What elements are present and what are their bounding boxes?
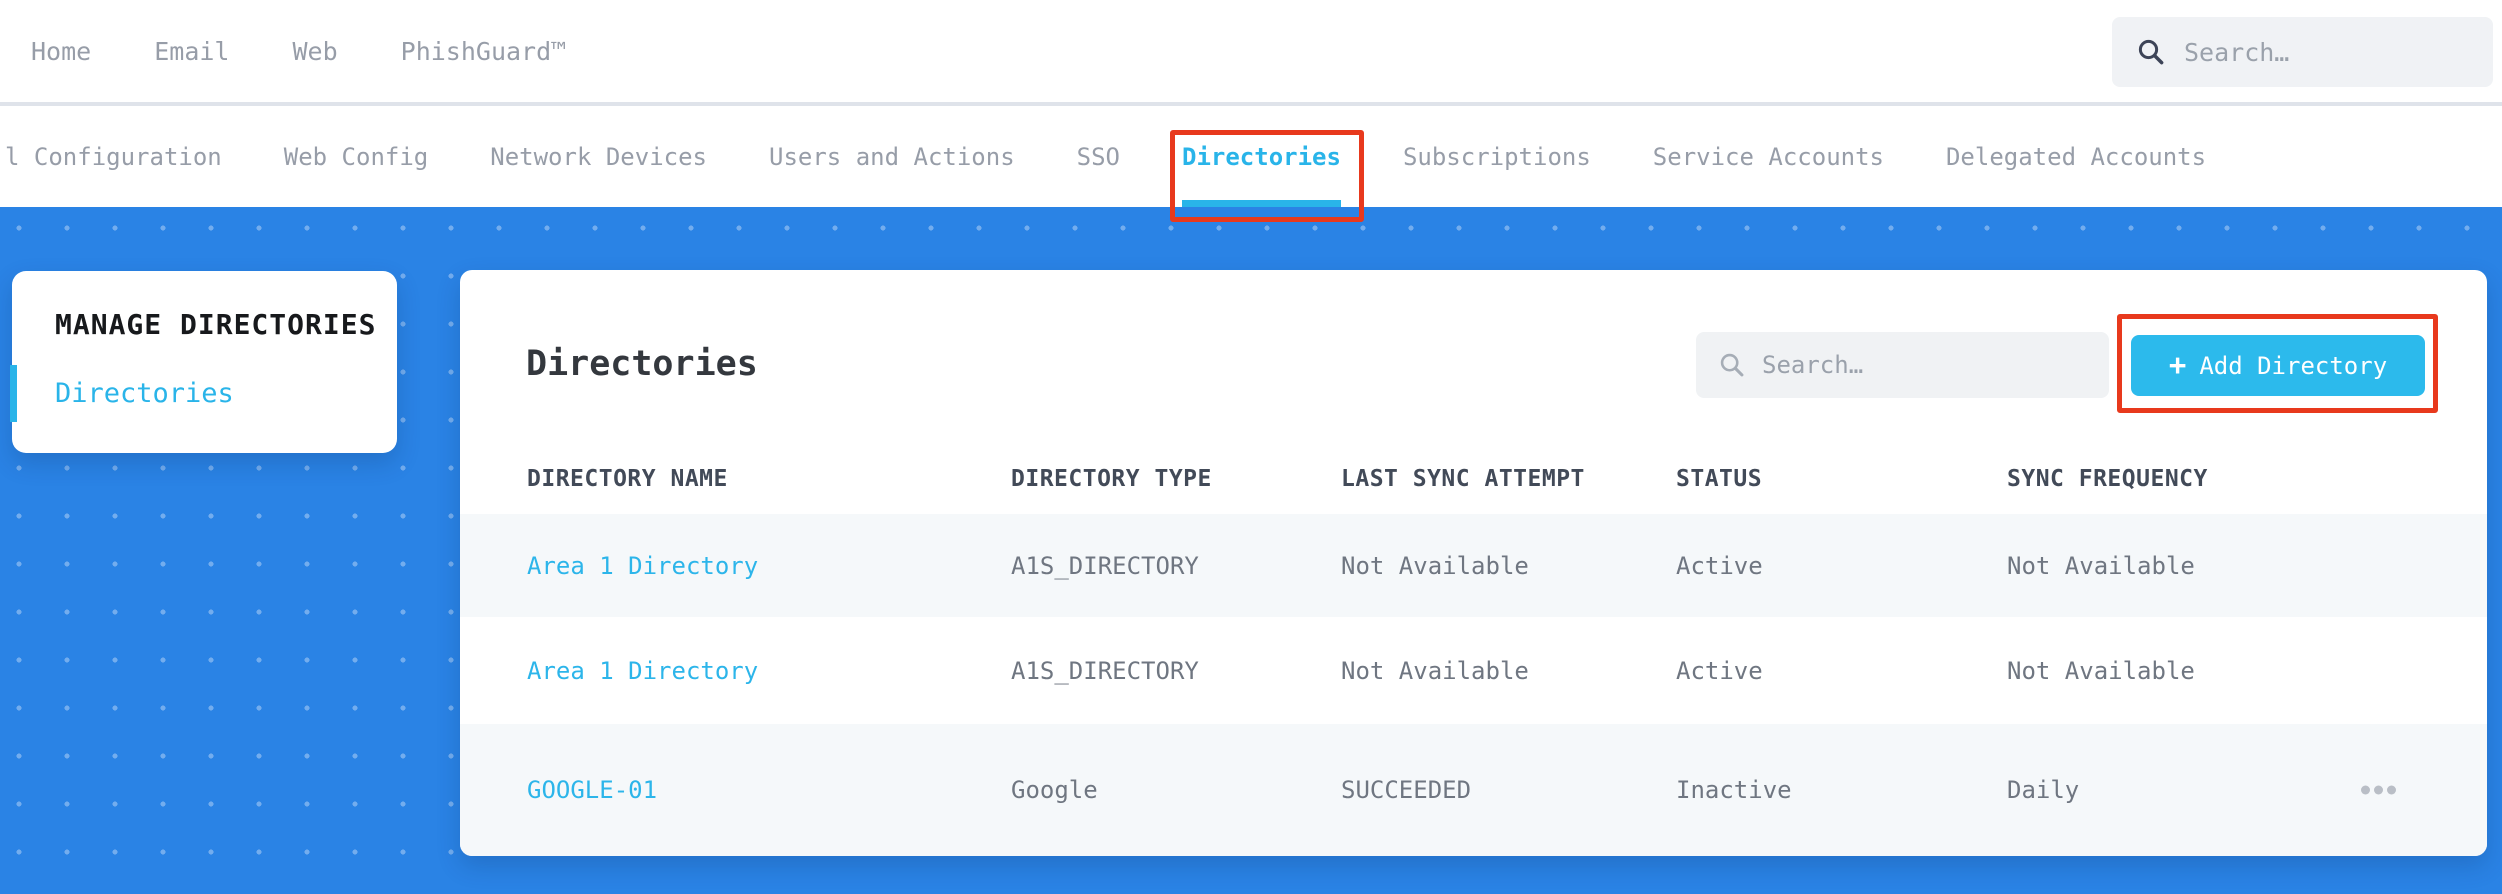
tab-directories[interactable]: Directories [1182, 106, 1341, 207]
table-search-input[interactable] [1762, 351, 2109, 379]
sync-frequency-value: Daily [2007, 776, 2080, 804]
last-sync-value: Not Available [1341, 551, 1529, 580]
dot [2361, 785, 2370, 795]
tab-subscriptions[interactable]: Subscriptions [1403, 106, 1591, 207]
tab-network-devices[interactable]: Network Devices [490, 106, 707, 207]
dot [2387, 785, 2396, 795]
table-row: GOOGLE-01 Google SUCCEEDED Inactive Dail… [460, 724, 2487, 856]
active-tab-underline [1182, 200, 1341, 207]
col-sync-frequency: SYNC FREQUENCY [2007, 466, 2208, 492]
directory-name-link[interactable]: Area 1 Directory [527, 657, 758, 685]
tab-users-and-actions[interactable]: Users and Actions [769, 106, 1015, 207]
directory-type-value: Google [1011, 776, 1098, 804]
directory-type-value: A1S_DIRECTORY [1011, 656, 1199, 685]
table-header: DIRECTORY NAME DIRECTORY TYPE LAST SYNC … [460, 466, 2487, 496]
tab-directories-label: Directories [1182, 142, 1341, 171]
add-directory-button[interactable]: + Add Directory [2131, 335, 2425, 396]
sidebar-item-directories[interactable]: Directories [55, 378, 234, 409]
page-title: Directories [526, 344, 758, 384]
status-value: Active [1676, 551, 1763, 580]
sidebar-title: MANAGE DIRECTORIES [55, 308, 377, 341]
directory-name-link[interactable]: GOOGLE-01 [527, 776, 657, 804]
nav-phishguard[interactable]: PhishGuard™ [401, 37, 567, 66]
search-icon [1720, 353, 1744, 377]
global-search[interactable] [2112, 17, 2493, 87]
directory-name-link[interactable]: Area 1 Directory [527, 552, 758, 580]
table-search[interactable] [1696, 332, 2109, 398]
primary-nav: Home Email Web PhishGuard™ [31, 0, 566, 102]
status-value: Inactive [1676, 776, 1792, 804]
add-directory-label: Add Directory [2199, 351, 2388, 380]
last-sync-value: Not Available [1341, 656, 1529, 685]
col-status: STATUS [1676, 466, 1763, 492]
app: Home Email Web PhishGuard™ l Configurati… [0, 0, 2502, 894]
global-search-input[interactable] [2184, 37, 2493, 67]
manage-directories-card: MANAGE DIRECTORIES Directories [10, 271, 397, 453]
tab-sso[interactable]: SSO [1077, 106, 1120, 207]
row-actions-menu-icon[interactable] [2355, 780, 2402, 801]
tab-service-accounts[interactable]: Service Accounts [1653, 106, 1884, 207]
tab-delegated-accounts[interactable]: Delegated Accounts [1946, 106, 2206, 207]
content-background: MANAGE DIRECTORIES Directories Directori… [0, 207, 2502, 894]
col-directory-type: DIRECTORY TYPE [1011, 466, 1212, 492]
nav-home[interactable]: Home [31, 37, 91, 66]
plus-icon: + [2168, 348, 2187, 382]
directory-type-value: A1S_DIRECTORY [1011, 551, 1199, 580]
tab-web-config[interactable]: Web Config [284, 106, 429, 207]
sync-frequency-value: Not Available [2007, 551, 2195, 580]
col-last-sync-attempt: LAST SYNC ATTEMPT [1341, 466, 1585, 492]
section-tabs: l Configuration Web Config Network Devic… [5, 106, 2206, 207]
sync-frequency-value: Not Available [2007, 656, 2195, 685]
directories-card: Directories + Add Directory DIRECTORY NA… [460, 270, 2487, 856]
search-icon [2138, 39, 2164, 65]
table-row: Area 1 Directory A1S_DIRECTORY Not Avail… [460, 514, 2487, 617]
top-nav: Home Email Web PhishGuard™ [0, 0, 2502, 102]
tab-email-configuration[interactable]: l Configuration [5, 106, 222, 207]
col-directory-name: DIRECTORY NAME [527, 466, 728, 492]
table-row: Area 1 Directory A1S_DIRECTORY Not Avail… [460, 617, 2487, 724]
nav-web[interactable]: Web [292, 37, 337, 66]
active-item-bar [10, 365, 17, 422]
status-value: Active [1676, 656, 1763, 685]
nav-email[interactable]: Email [154, 37, 229, 66]
dot [2374, 785, 2383, 795]
last-sync-value: SUCCEEDED [1341, 776, 1472, 804]
